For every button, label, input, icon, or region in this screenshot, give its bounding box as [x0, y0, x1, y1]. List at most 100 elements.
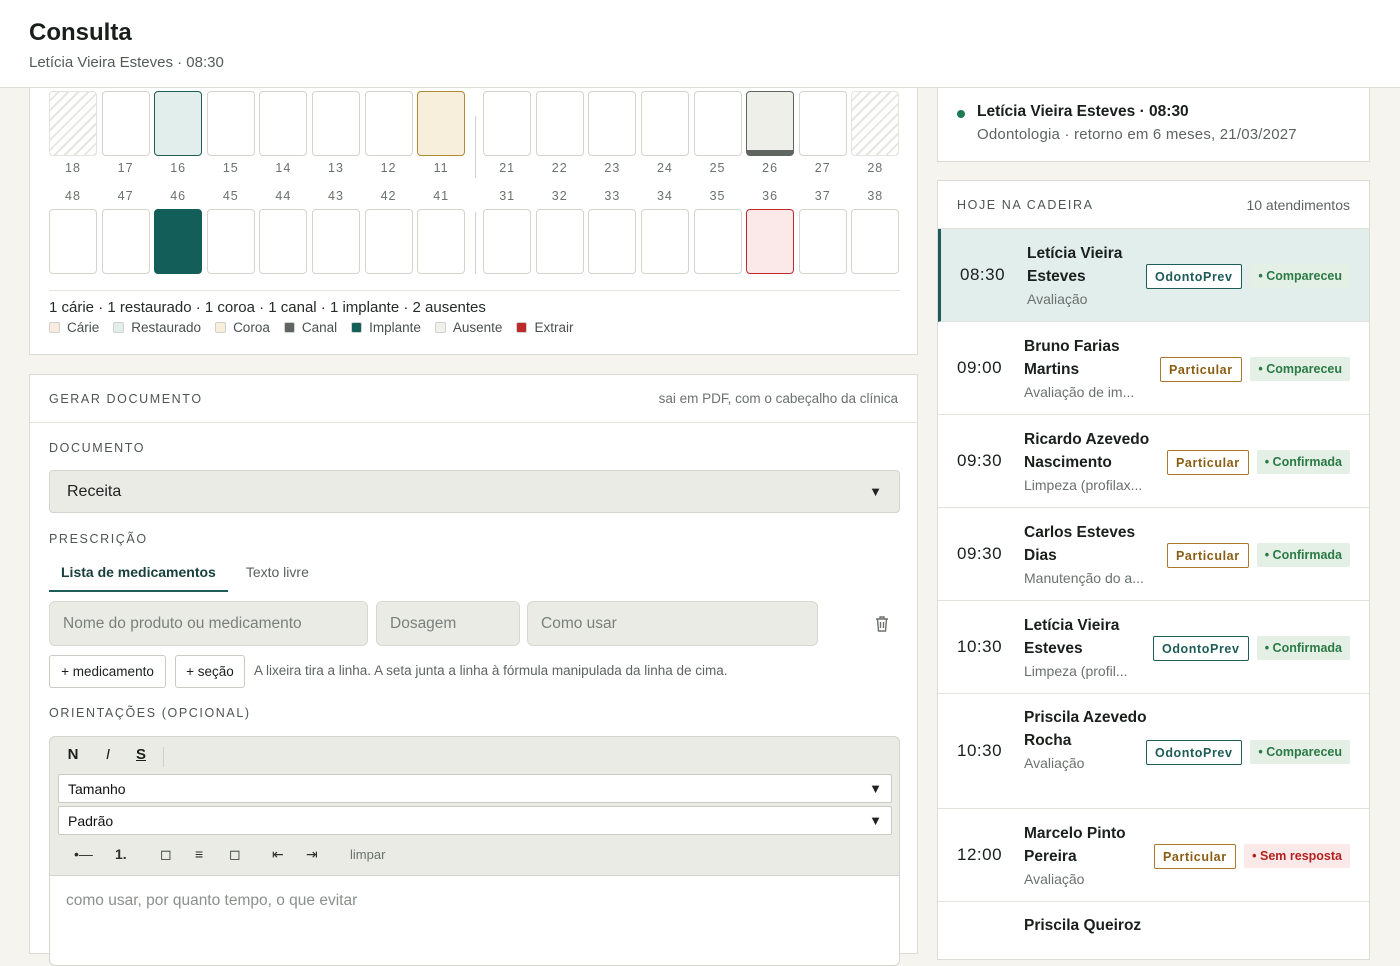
- tooth-44[interactable]: [259, 209, 308, 274]
- appointment-list: 08:30 Letícia Vieira Esteves Avaliação • Co…: [938, 229, 1369, 959]
- tooth-11[interactable]: [417, 91, 466, 156]
- how-to-use-input[interactable]: Como usar: [527, 601, 818, 646]
- tooth-number: 16: [170, 161, 187, 175]
- tooth-41[interactable]: [417, 209, 466, 274]
- document-type-select[interactable]: Receita ▼: [49, 470, 900, 513]
- status-badge: • Compareceu: [1250, 740, 1350, 764]
- appointment-time: 10:30: [957, 637, 1003, 656]
- tooth-21[interactable]: [483, 91, 532, 156]
- appointment-row[interactable]: 09:30 Ricardo Azevedo Nascimento Limpeza (…: [938, 415, 1369, 508]
- legend-item: Implante: [351, 320, 421, 335]
- tooth-23[interactable]: [588, 91, 637, 156]
- italic-button[interactable]: I: [96, 746, 120, 763]
- tooth-number: 46: [170, 189, 187, 203]
- tooth-15[interactable]: [206, 91, 255, 156]
- dosage-input[interactable]: Dosagem: [376, 601, 520, 646]
- tooth-47[interactable]: [101, 209, 150, 274]
- clear-format-button[interactable]: limpar: [350, 847, 385, 862]
- tooth-number: 27: [814, 161, 831, 175]
- tooth-46[interactable]: [154, 209, 203, 274]
- tooth-17[interactable]: [101, 91, 150, 156]
- tab-free-text[interactable]: Texto livre: [234, 561, 321, 592]
- add-section-button[interactable]: + seção: [175, 655, 245, 688]
- appointment-row[interactable]: 08:30 Letícia Vieira Esteves Avaliação • Co…: [938, 229, 1369, 322]
- legend-label: Restaurado: [131, 320, 202, 335]
- tooth-18[interactable]: [49, 91, 97, 156]
- appointment-row[interactable]: 10:30 Priscila Azevedo Rocha Avaliação • Co…: [938, 694, 1369, 809]
- outdent-icon[interactable]: ⇤: [272, 846, 284, 863]
- tooth-28[interactable]: [851, 91, 900, 156]
- tooth-27[interactable]: [798, 91, 847, 156]
- tooth-26[interactable]: [746, 91, 795, 156]
- schedule-header: HOJE NA CADEIRA 10 atendimentos: [938, 181, 1369, 229]
- orientations-textarea[interactable]: como usar, por quanto tempo, o que evita…: [50, 875, 899, 965]
- tooth-22[interactable]: [535, 91, 584, 156]
- lower-teeth-row: [49, 209, 904, 274]
- legend-item: Coroa: [215, 320, 270, 335]
- patient-name: Letícia Vieira Esteves: [1024, 617, 1120, 657]
- bullet-list-icon[interactable]: •—: [74, 846, 93, 862]
- document-label: DOCUMENTO: [49, 441, 146, 455]
- legend-label: Cárie: [67, 320, 100, 335]
- tooth-45[interactable]: [206, 209, 255, 274]
- trash-icon[interactable]: [874, 615, 890, 633]
- strike-button[interactable]: S: [129, 746, 153, 763]
- tooth-38[interactable]: [851, 209, 900, 274]
- tooth-12[interactable]: [364, 91, 413, 156]
- medication-name-input[interactable]: Nome do produto ou medicamento: [49, 601, 368, 646]
- tooth-35[interactable]: [693, 209, 742, 274]
- font-size-value: Tamanho: [68, 780, 126, 797]
- tooth-37[interactable]: [798, 209, 847, 274]
- appointment-row[interactable]: 10:30 Letícia Vieira Esteves Limpeza (prof…: [938, 601, 1369, 694]
- tooth-16[interactable]: [154, 91, 203, 156]
- chevron-down-icon: ▼: [869, 781, 882, 796]
- prescription-label: PRESCRIÇÃO: [49, 532, 148, 546]
- tab-medication-list[interactable]: Lista de medicamentos: [49, 561, 228, 592]
- indent-icon[interactable]: ⇥: [306, 846, 318, 863]
- appointment-row[interactable]: 12:00 Marcelo Pinto Pereira Avaliação • Sem…: [938, 809, 1369, 902]
- font-family-select[interactable]: Padrão ▼: [58, 806, 892, 835]
- align-right-icon[interactable]: ◻: [229, 846, 241, 863]
- document-card-header: GERAR DOCUMENTO sai em PDF, com o cabeça…: [30, 375, 917, 423]
- tooth-43[interactable]: [311, 209, 360, 274]
- appointment-row[interactable]: 09:00 Bruno Farias Martins Avaliação de im…: [938, 322, 1369, 415]
- tooth-32[interactable]: [535, 209, 584, 274]
- insurance-badge: Particular: [1167, 450, 1249, 475]
- appointment-patient: Priscila Azevedo Rocha Avaliação: [1024, 706, 1152, 775]
- tooth-34[interactable]: [640, 209, 689, 274]
- legend-swatch: [283, 322, 295, 333]
- patient-name: Marcelo Pinto Pereira: [1024, 825, 1126, 865]
- tooth-25[interactable]: [693, 91, 742, 156]
- midline-divider: [475, 116, 476, 178]
- font-size-select[interactable]: Tamanho ▼: [58, 774, 892, 803]
- appointment-row[interactable]: 09:30 Carlos Esteves Dias Manutenção do a.…: [938, 508, 1369, 601]
- tooth-36[interactable]: [746, 209, 795, 274]
- status-badge: • Sem resposta: [1244, 844, 1350, 868]
- align-center-icon[interactable]: ≡: [195, 846, 203, 862]
- tooth-14[interactable]: [259, 91, 308, 156]
- insurance-badge: Particular: [1154, 844, 1236, 869]
- procedure-label: Limpeza (profilax...: [1024, 477, 1143, 493]
- tooth-24[interactable]: [640, 91, 689, 156]
- add-medication-button[interactable]: + medicamento: [49, 655, 166, 688]
- legend-item: Restaurado: [113, 320, 201, 335]
- appointment-time: 09:30: [957, 544, 1003, 563]
- tooth-48[interactable]: [49, 209, 97, 274]
- insurance-badge: Particular: [1167, 543, 1249, 568]
- align-left-icon[interactable]: ◻: [160, 846, 172, 863]
- tooth-number: 22: [551, 161, 568, 175]
- status-badge: • Confirmada: [1256, 450, 1350, 474]
- tooth-number: 26: [762, 161, 779, 175]
- chevron-down-icon: ▼: [869, 484, 882, 499]
- tooth-33[interactable]: [588, 209, 637, 274]
- tooth-number: 43: [328, 189, 344, 203]
- appointment-row[interactable]: Priscila Queiroz: [938, 902, 1369, 959]
- tooth-31[interactable]: [483, 209, 532, 274]
- status-badge: • Compareceu: [1250, 357, 1350, 381]
- appointment-patient: Letícia Vieira Esteves Limpeza (profil...: [1024, 614, 1152, 683]
- bold-button[interactable]: N: [61, 746, 85, 763]
- font-family-value: Padrão: [68, 812, 114, 829]
- tooth-42[interactable]: [364, 209, 413, 274]
- tooth-13[interactable]: [311, 91, 360, 156]
- ordered-list-icon[interactable]: 1.: [115, 846, 127, 862]
